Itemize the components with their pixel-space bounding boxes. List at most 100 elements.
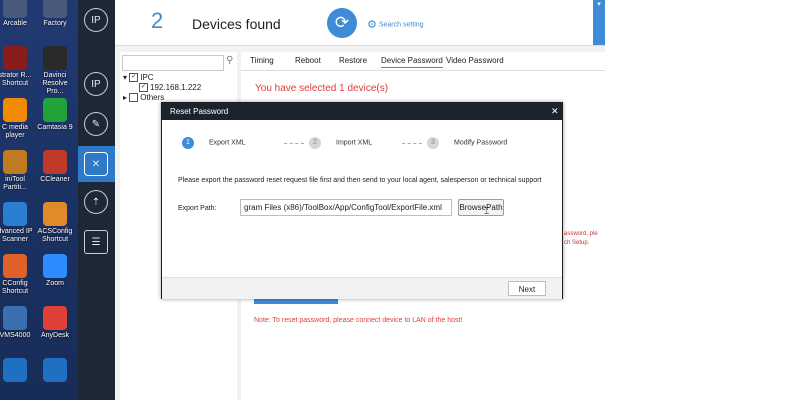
desktop-shortcut-label: C media player <box>1 124 29 139</box>
desktop-shortcut[interactable]: iniTool Partiti... <box>0 150 34 192</box>
desktop-shortcut[interactable]: VMS4000 <box>0 306 34 340</box>
app-icon <box>43 202 67 226</box>
desktop-shortcut[interactable]: CCleaner <box>36 150 74 184</box>
search-setting-link[interactable]: ⚙ Search setting <box>367 18 424 31</box>
step-export-xml: 1 Export XML <box>182 137 246 149</box>
step-divider <box>284 143 304 144</box>
search-icon[interactable]: ⚲ <box>226 55 233 66</box>
others-checkbox[interactable] <box>129 93 139 103</box>
desktop-shortcut-label: Davinci Resolve Pro... <box>42 72 68 95</box>
desktop-shortcut[interactable]: ACSConfig Shortcut <box>36 202 74 244</box>
tree-node-device[interactable]: ✓ 192.168.1.222 <box>123 83 201 93</box>
desktop-shortcut-label: ACSConfig Shortcut <box>37 228 73 243</box>
desktop-shortcut[interactable]: dvanced IP Scanner <box>0 202 34 244</box>
desktop-shortcut-label: iniTool Partiti... <box>3 176 27 191</box>
desktop-shortcut-label: strator R... Shortcut <box>0 72 32 87</box>
step-number: 2 <box>309 137 321 149</box>
tab-restore[interactable]: Restore <box>339 56 367 65</box>
ipc-checkbox[interactable]: ✓ <box>129 73 139 83</box>
nav-ip-icon-2[interactable]: IP <box>84 72 108 96</box>
desktop-shortcut-label: CCleaner <box>40 176 70 183</box>
desktop-shortcut[interactable]: Factory <box>36 0 74 28</box>
app-icon <box>3 306 27 330</box>
device-tree: ▾ ✓ IPC ✓ 192.168.1.222 ▸ Others <box>123 73 201 103</box>
step-number: 3 <box>427 137 439 149</box>
desktop-shortcut[interactable] <box>36 358 74 384</box>
export-instruction: Please export the password reset request… <box>178 177 542 184</box>
export-path-input[interactable]: gram Files (x86)/ToolBox/App/ConfigTool/… <box>240 199 452 216</box>
tab-reboot[interactable]: Reboot <box>295 56 321 65</box>
tab-video-password[interactable]: Video Password <box>446 56 504 65</box>
desktop-shortcut-label: CConfig Shortcut <box>1 280 29 295</box>
step-modify-password: 3 Modify Password <box>427 137 507 149</box>
step-divider <box>402 143 422 144</box>
nav-ip-icon[interactable]: IP <box>84 8 108 32</box>
background-red-text: assword, ple <box>564 231 598 237</box>
dialog-footer: Next <box>162 277 562 299</box>
tab-timing[interactable]: Timing <box>250 56 274 65</box>
refresh-icon: ⟳ <box>334 13 350 32</box>
app-icon <box>3 150 27 174</box>
app-icon <box>43 98 67 122</box>
tab-device-password[interactable]: Device Password <box>381 56 443 68</box>
desktop-shortcut-label: VMS4000 <box>0 332 31 339</box>
app-icon <box>43 150 67 174</box>
device-count: 2 <box>151 8 164 33</box>
export-path-label: Export Path: <box>178 205 217 212</box>
device-search-input[interactable] <box>122 55 224 71</box>
desktop-shortcut-label: Factory <box>43 20 67 27</box>
expand-arrow-icon[interactable]: ▾ <box>123 73 127 82</box>
mouse-cursor-icon: ⌶ <box>484 206 490 216</box>
app-icon <box>3 358 27 382</box>
app-icon <box>43 46 67 70</box>
dialog-title: Reset Password <box>170 107 229 116</box>
desktop-shortcut-label: Zoom <box>46 280 64 287</box>
desktop-shortcut[interactable]: Arcable <box>0 0 34 28</box>
next-button[interactable]: Next <box>508 281 546 296</box>
desktop-shortcut[interactable]: C media player <box>0 98 34 140</box>
desktop-shortcut[interactable] <box>0 358 34 384</box>
devices-found-label: Devices found <box>192 16 281 32</box>
zoom-camera-icon <box>43 254 67 278</box>
app-side-nav: IP IP ✎ ✕ ⇡ ☰ <box>78 0 115 400</box>
top-bar: 2 Devices found ⟳ ⚙ Search setting ▾ <box>115 0 605 46</box>
step-number: 1 <box>182 137 194 149</box>
app-icon <box>3 46 27 70</box>
close-icon[interactable]: ✕ <box>551 103 559 120</box>
desktop-shortcut-label: Camtasia 9 <box>37 124 73 131</box>
selected-device-message: You have selected 1 device(s) <box>255 83 389 94</box>
background-red-text-2: ch Setup. <box>564 240 590 246</box>
browse-path-button[interactable]: BrowsePath <box>458 199 504 216</box>
nav-upgrade-icon[interactable]: ⇡ <box>84 190 108 214</box>
tree-node-ipc[interactable]: ▾ ✓ IPC <box>123 73 201 83</box>
app-icon <box>3 0 27 18</box>
app-icon <box>43 306 67 330</box>
desktop-shortcut[interactable]: AnyDesk <box>36 306 74 340</box>
desktop-shortcut[interactable]: strator R... Shortcut <box>0 46 34 88</box>
device-checkbox[interactable]: ✓ <box>139 83 148 93</box>
desktop-shortcut[interactable]: CConfig Shortcut <box>0 254 34 296</box>
refresh-button[interactable]: ⟳ <box>327 8 357 38</box>
desktop-shortcut[interactable]: Camtasia 9 <box>36 98 74 132</box>
desktop-shortcut-label: dvanced IP Scanner <box>0 228 33 243</box>
app-icon <box>3 202 27 226</box>
dialog-header: Reset Password ✕ <box>162 103 562 120</box>
desktop-icons-strip: Arcable Factory strator R... Shortcut Davin… <box>0 0 78 400</box>
desktop-shortcut-label: AnyDesk <box>40 332 69 339</box>
chevron-down-icon: ▾ <box>597 1 601 8</box>
desktop-shortcut[interactable]: Davinci Resolve Pro... <box>36 46 74 96</box>
window-menu-button[interactable]: ▾ <box>593 0 605 45</box>
desktop-shortcut[interactable]: Zoom <box>36 254 74 288</box>
nav-log-icon[interactable]: ☰ <box>84 230 108 254</box>
app-icon <box>3 254 27 278</box>
nav-tools-icon[interactable]: ✕ <box>84 152 108 176</box>
step-import-xml: 2 Import XML <box>309 137 372 149</box>
lan-note: Note: To reset password, please connect … <box>254 317 463 324</box>
collapse-arrow-icon[interactable]: ▸ <box>123 93 127 102</box>
app-icon <box>43 358 67 382</box>
desktop-shortcut-label: Arcable <box>3 20 27 27</box>
nav-camera-icon[interactable]: ✎ <box>84 112 108 136</box>
gear-icon: ⚙ <box>367 19 377 31</box>
vlc-cone-icon <box>3 98 27 122</box>
reset-password-dialog: Reset Password ✕ 1 Export XML 2 Import XML… <box>161 102 563 299</box>
